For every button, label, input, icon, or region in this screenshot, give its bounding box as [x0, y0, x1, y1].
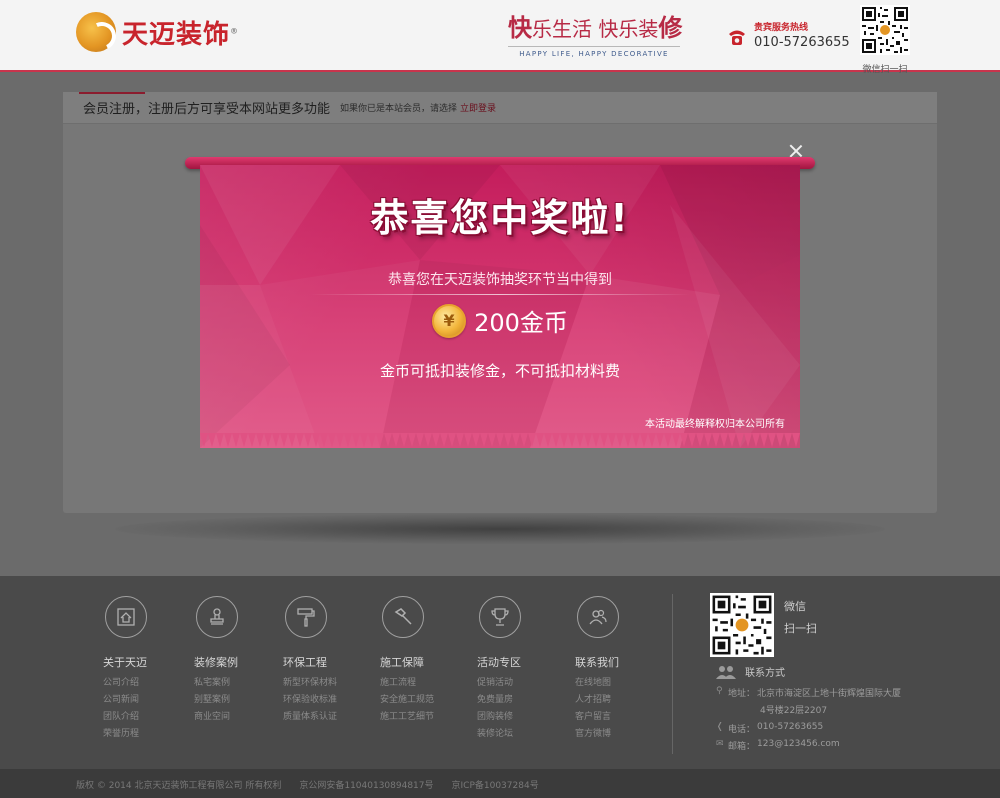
location-pin-icon: ⚲ [716, 686, 723, 696]
prize-disclaimer: 本活动最终解释权归本公司所有 [645, 419, 785, 430]
footer-column: 联系我们在线地图 人才招聘 客户留言 官方微博 [575, 596, 655, 743]
footer-link[interactable]: 安全施工规范 [380, 692, 460, 709]
footer-link[interactable]: 公司新闻 [103, 692, 183, 709]
qr-code-icon [860, 5, 910, 55]
slogan-part-1: 乐生活 [532, 17, 592, 41]
hammer-icon[interactable] [382, 596, 424, 638]
banner-zigzag-edge [200, 433, 800, 447]
footer-link[interactable]: 免费量房 [477, 692, 557, 709]
footer-link[interactable]: 装修论坛 [477, 726, 557, 743]
footer-link[interactable]: 官方微博 [575, 726, 655, 743]
wechat-line-1: 微信 [784, 600, 806, 613]
footer-column: 关于天迈公司介绍 公司新闻 团队介绍 荣誉历程 [103, 596, 183, 743]
wechat-label: 微信 扫一扫 [784, 596, 817, 640]
footer-column-title[interactable]: 装修案例 [194, 654, 274, 670]
footer-column-title[interactable]: 施工保障 [380, 654, 460, 670]
register-header: 会员注册，注册后方可享受本网站更多功能 如果你已是本站会员，请选择 立即登录 [63, 92, 937, 124]
footer-link[interactable]: 荣誉历程 [103, 726, 183, 743]
gold-coin-icon: ¥ [432, 303, 467, 338]
footer-column: 活动专区促销活动 免费量房 团购装修 装修论坛 [477, 596, 557, 743]
footer-link[interactable]: 公司介绍 [103, 675, 183, 692]
contact-title: 联系方式 [745, 668, 785, 679]
footer-column-title[interactable]: 关于天迈 [103, 654, 183, 670]
footer-column: 装修案例私宅案例 别墅案例 商业空间 [194, 596, 274, 726]
footer-column-title[interactable]: 联系我们 [575, 654, 655, 670]
prize-amount: ¥ 200金币 [200, 303, 800, 338]
prize-terms: 金币可抵扣装修金，不可抵扣材料费 [379, 362, 620, 380]
footer-link[interactable]: 环保验收标准 [283, 692, 363, 709]
telephone-icon [726, 27, 748, 47]
paint-roller-icon[interactable] [285, 596, 327, 638]
footer-column: 环保工程新型环保材料 环保验收标准 质量体系认证 [283, 596, 363, 726]
logo-mark-icon [76, 12, 116, 52]
phone-row: ❬ 电话： 010-57263655 [716, 722, 823, 735]
registered-mark: ® [230, 25, 240, 35]
address-line-1: 北京市海淀区上地十街辉煌国际大厦 [757, 689, 902, 699]
panel-shadow [115, 514, 885, 544]
coin-symbol: ¥ [443, 311, 455, 330]
trophy-icon[interactable] [479, 596, 521, 638]
contacts-icon [716, 665, 736, 679]
footer-link[interactable]: 商业空间 [194, 709, 274, 726]
hotline: 贵宾服务热线 010-57263655 [726, 24, 850, 49]
footer-link[interactable]: 施工流程 [380, 675, 460, 692]
prize-value: 200金币 [474, 309, 568, 337]
slogan-english: HAPPY LIFE, HAPPY DECORATIVE [508, 46, 680, 58]
copyright-text: 版权 © 2014 北京天迈装饰工程有限公司 所有权利 京公网安备1104013… [76, 781, 539, 791]
footer-link[interactable]: 团购装修 [477, 709, 557, 726]
wechat-line-2: 扫一扫 [784, 622, 817, 635]
site-footer: 关于天迈 公司介绍 公司新闻 团队介绍 荣誉历程 装修案例 私宅案例 别墅案例 商业空间 环保工程… [0, 576, 1000, 769]
stamp-icon[interactable] [196, 596, 238, 638]
phone-label: 电话： [728, 725, 756, 735]
wechat-qr-header: 微信扫一扫 [860, 5, 910, 75]
prize-divider [310, 294, 690, 295]
footer-link[interactable]: 别墅案例 [194, 692, 274, 709]
email-row: ✉ 邮箱： 123@123456.com [716, 739, 840, 752]
house-icon[interactable] [105, 596, 147, 638]
mail-icon: ✉ [716, 739, 724, 749]
footer-link[interactable]: 在线地图 [575, 675, 655, 692]
register-title: 会员注册，注册后方可享受本网站更多功能 [83, 102, 331, 117]
qr-code-icon [710, 593, 774, 657]
prize-title: 恭喜您中奖啦! [370, 196, 630, 240]
prize-banner: 恭喜您中奖啦! 恭喜您在天迈装饰抽奖环节当中得到 ¥ 200金币 金币可抵扣装修… [200, 165, 800, 448]
brand-name: 天迈装饰 [122, 19, 231, 50]
footer-column-title[interactable]: 环保工程 [283, 654, 363, 670]
footer-link[interactable]: 新型环保材料 [283, 675, 363, 692]
address-row: ⚲ 地址： 北京市海淀区上地十街辉煌国际大厦 [716, 686, 901, 699]
contact-heading: 联系方式 [715, 664, 785, 679]
footer-column: 施工保障施工流程 安全施工规范 施工工艺细节 [380, 596, 460, 726]
footer-link[interactable]: 质量体系认证 [283, 709, 363, 726]
prize-intro: 恭喜您在天迈装饰抽奖环节当中得到 [388, 272, 612, 288]
login-link[interactable]: 立即登录 [460, 101, 496, 114]
slogan-part-2: 快乐装 [598, 17, 659, 41]
phone-icon: ❬ [716, 722, 724, 732]
site-header: 天迈装饰® 快乐生活 快乐装修 HAPPY LIFE, HAPPY DECORA… [0, 0, 1000, 75]
address-line-2: 4号楼22层2207 [760, 706, 828, 716]
email-address[interactable]: 123@123456.com [757, 739, 840, 752]
address-label: 地址： [728, 689, 756, 699]
register-prompt: 如果你已是本站会员，请选择 [340, 104, 458, 114]
qr-caption: 微信扫一扫 [862, 65, 908, 75]
phone-number: 010-57263655 [757, 722, 824, 732]
slogan: 快乐生活 快乐装修 HAPPY LIFE, HAPPY DECORATIVE [508, 8, 683, 58]
footer-link[interactable]: 私宅案例 [194, 675, 274, 692]
email-label: 邮箱： [728, 742, 756, 752]
hotline-label: 贵宾服务热线 [754, 23, 809, 33]
footer-column-title[interactable]: 活动专区 [477, 654, 557, 670]
hotline-number: 010-57263655 [754, 35, 850, 50]
people-icon[interactable] [577, 596, 619, 638]
address-row-2: 4号楼22层2207 [760, 703, 827, 716]
footer-link[interactable]: 施工工艺细节 [380, 709, 460, 726]
footer-link[interactable]: 团队介绍 [103, 709, 183, 726]
copyright-bar: 版权 © 2014 北京天迈装饰工程有限公司 所有权利 京公网安备1104013… [0, 769, 1000, 798]
footer-link[interactable]: 促销活动 [477, 675, 557, 692]
slogan-char-1: 快 [508, 13, 532, 42]
footer-link[interactable]: 人才招聘 [575, 692, 655, 709]
site-logo[interactable]: 天迈装饰® [76, 12, 239, 52]
slogan-char-2: 修 [658, 13, 683, 42]
footer-divider [672, 594, 673, 754]
footer-link[interactable]: 客户留言 [575, 709, 655, 726]
